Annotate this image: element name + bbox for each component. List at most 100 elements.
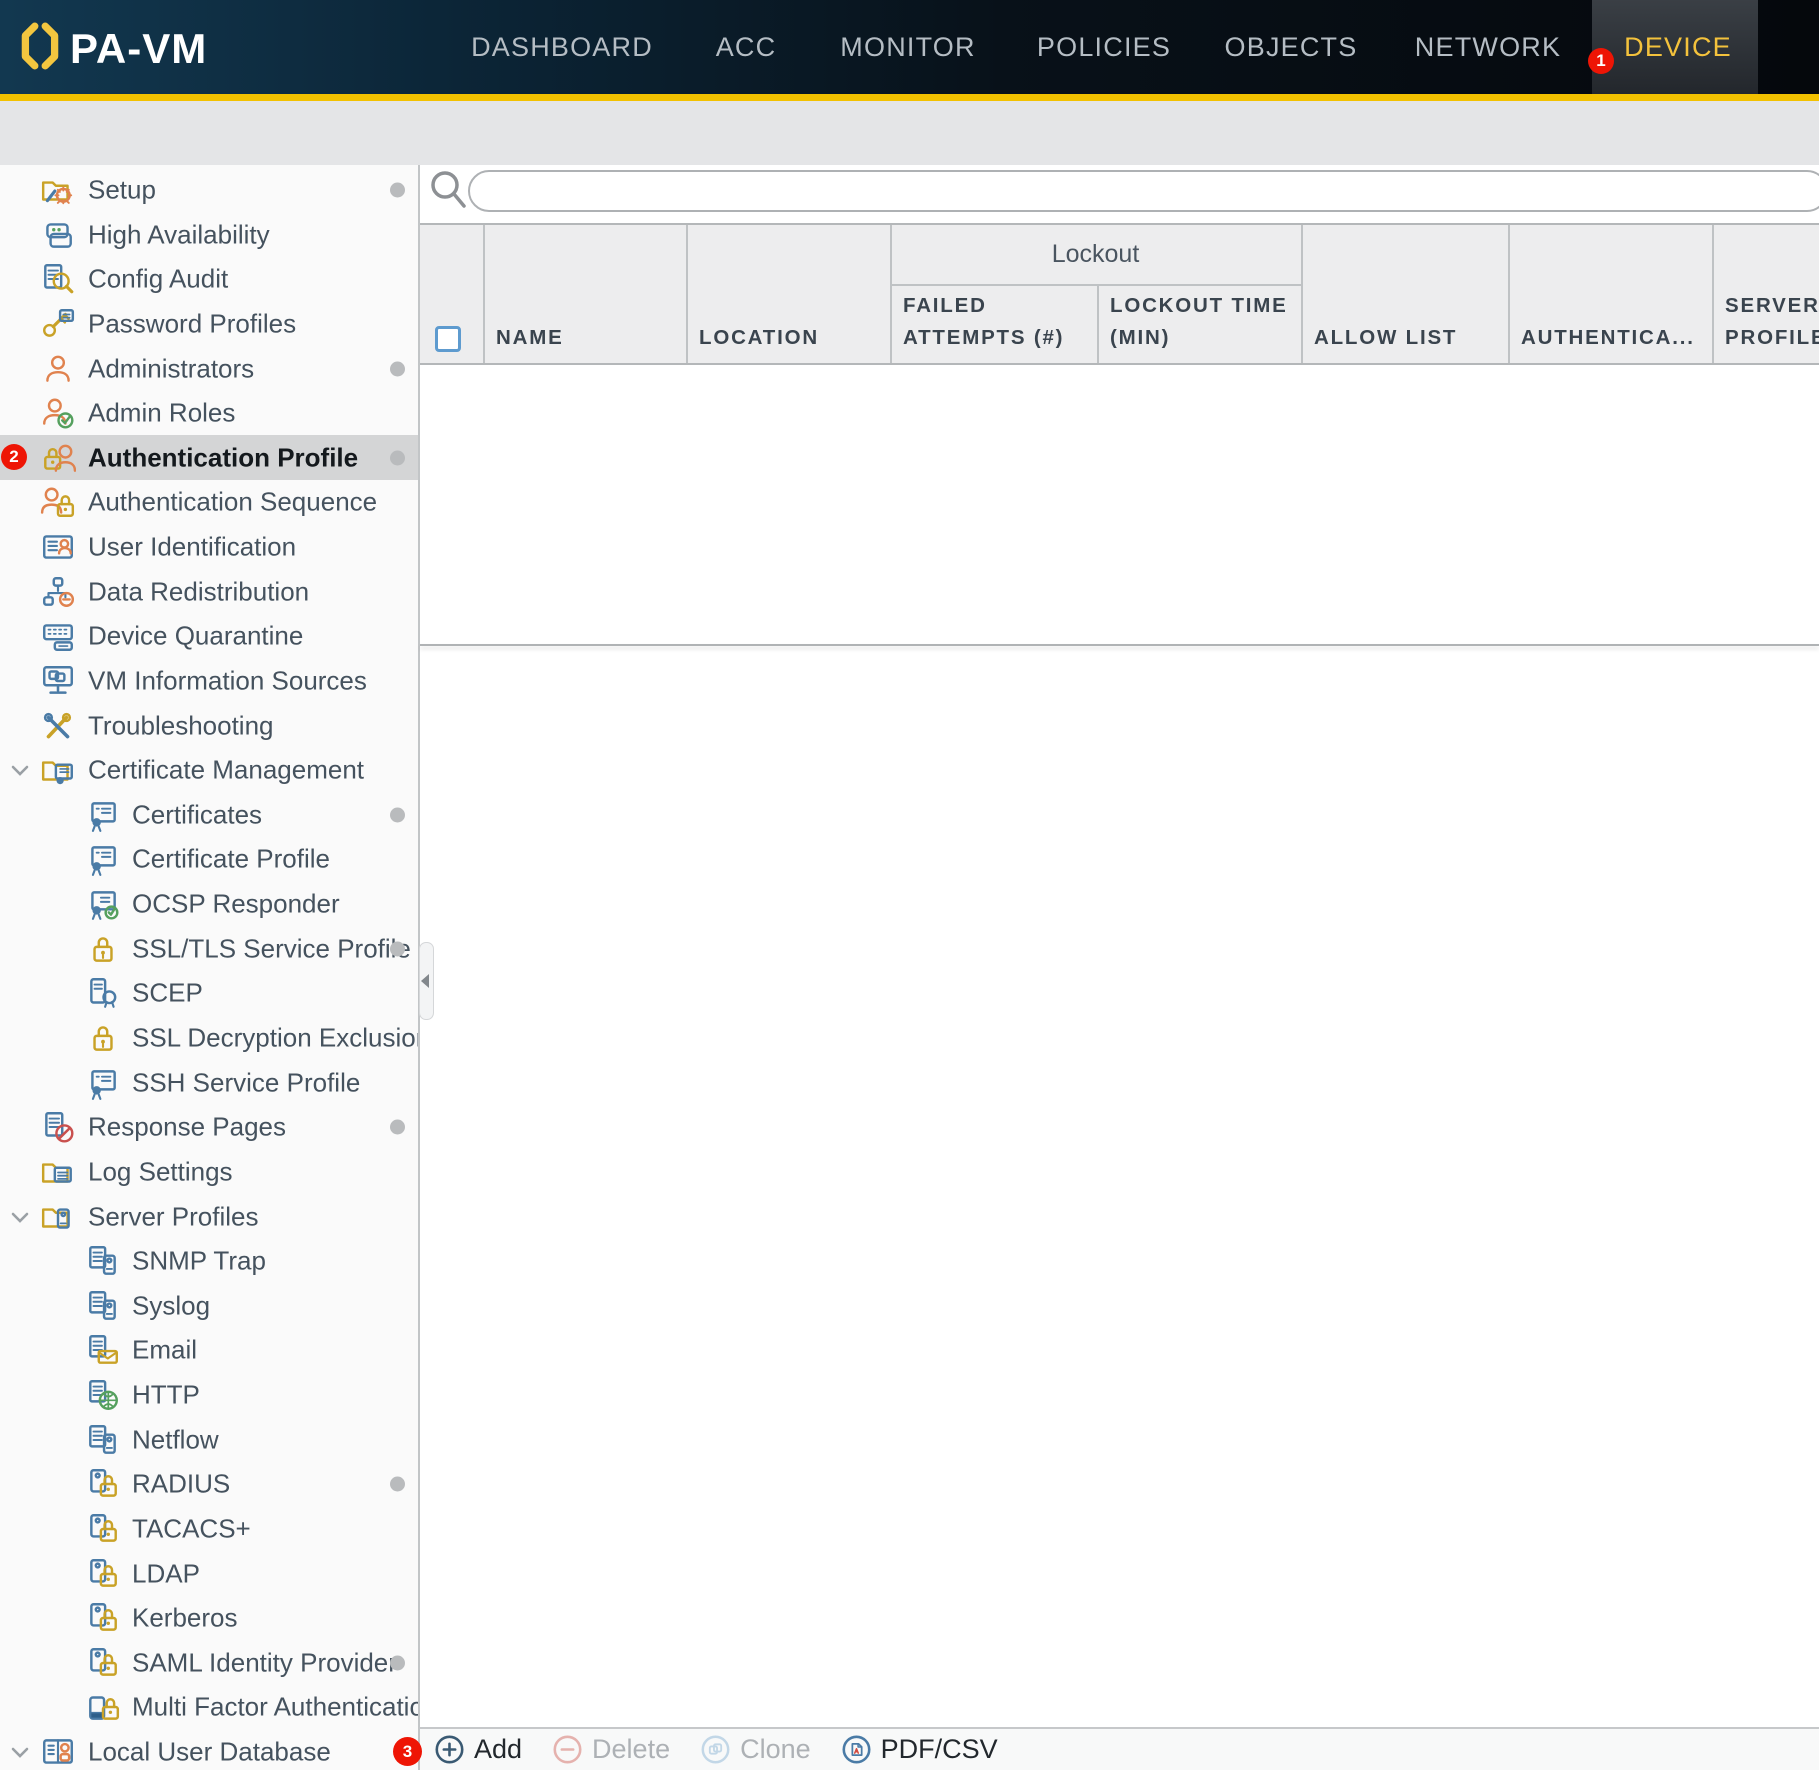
delete-button[interactable]: Delete: [552, 1734, 670, 1765]
sidebar-item-tacacs-[interactable]: TACACS+: [0, 1507, 418, 1552]
device-quarantine-icon: [40, 618, 76, 654]
sidebar-item-password-profiles[interactable]: Password Profiles: [0, 302, 418, 347]
certificate-icon: [85, 841, 121, 877]
server-doc-icon: [85, 1243, 121, 1279]
ocsp-responder-icon: [85, 886, 121, 922]
pdf-csv-button[interactable]: PDF/CSV: [841, 1734, 998, 1765]
sidebar-item-snmp-trap[interactable]: SNMP Trap: [0, 1239, 418, 1284]
nav-tab-device[interactable]: DEVICE: [1624, 0, 1732, 94]
clone-button[interactable]: Clone: [700, 1734, 811, 1765]
accent-bar: [0, 94, 1819, 101]
sidebar-item-label: SSH Service Profile: [132, 1067, 360, 1098]
config-dot-indicator: [390, 807, 405, 822]
sidebar-item-high-availability[interactable]: High Availability: [0, 212, 418, 257]
sidebar-item-kerberos[interactable]: Kerberos: [0, 1596, 418, 1641]
sidebar-item-authentication-sequence[interactable]: Authentication Sequence: [0, 480, 418, 525]
sidebar-item-ocsp-responder[interactable]: OCSP Responder: [0, 882, 418, 927]
sidebar-item-troubleshooting[interactable]: Troubleshooting: [0, 703, 418, 748]
sidebar-collapse-handle[interactable]: [419, 942, 434, 1020]
select-all-checkbox[interactable]: [435, 326, 461, 352]
sidebar-item-netflow[interactable]: Netflow: [0, 1417, 418, 1462]
column-divider: [1712, 225, 1714, 363]
brand: PA-VM: [18, 22, 207, 75]
sidebar-item-server-profiles[interactable]: Server Profiles: [0, 1194, 418, 1239]
column-header-authentica-[interactable]: AUTHENTICA...: [1508, 225, 1712, 363]
sidebar-item-label: Config Audit: [88, 264, 228, 295]
sidebar-item-label: Device Quarantine: [88, 621, 303, 652]
sidebar-item-user-identification[interactable]: User Identification: [0, 525, 418, 570]
sidebar-item-response-pages[interactable]: Response Pages: [0, 1105, 418, 1150]
server-lock-icon: [85, 1466, 121, 1502]
chevron-down-icon[interactable]: [6, 1738, 34, 1766]
sidebar-item-admin-roles[interactable]: Admin Roles: [0, 391, 418, 436]
nav-tab-dashboard[interactable]: DASHBOARD: [471, 0, 653, 94]
ocsp-responder-icon: [85, 886, 121, 922]
column-header-name[interactable]: NAME: [483, 225, 686, 363]
sidebar-item-radius[interactable]: RADIUS: [0, 1462, 418, 1507]
device-quarantine-icon: [40, 618, 76, 654]
authentication-profile-icon: [40, 440, 76, 476]
sidebar-item-scep[interactable]: SCEP: [0, 971, 418, 1016]
certificate-icon: [85, 841, 121, 877]
config-dot-indicator: [390, 1477, 405, 1492]
user-identification-icon: [40, 529, 76, 565]
toolbar-button-label: Add: [474, 1734, 522, 1765]
sidebar-item-ssh-service-profile[interactable]: SSH Service Profile: [0, 1060, 418, 1105]
sidebar-item-label: Setup: [88, 175, 156, 206]
search-input[interactable]: [468, 170, 1819, 212]
nav-tab-policies[interactable]: POLICIES: [1037, 0, 1171, 94]
sidebar-item-certificates[interactable]: Certificates: [0, 793, 418, 838]
chevron-down-icon[interactable]: [6, 1203, 34, 1231]
sidebar-item-email[interactable]: Email: [0, 1328, 418, 1373]
sidebar-item-vm-information-sources[interactable]: VM Information Sources: [0, 659, 418, 704]
sidebar-item-ssl-decryption-exclusion[interactable]: SSL Decryption Exclusion: [0, 1016, 418, 1061]
server-lock-icon: [85, 1645, 121, 1681]
sidebar-item-setup[interactable]: Setup: [0, 168, 418, 213]
certificate-icon: [85, 797, 121, 833]
sidebar-item-saml-identity-provider[interactable]: SAML Identity Provider: [0, 1640, 418, 1685]
sidebar-item-label: SSL/TLS Service Profile: [132, 933, 411, 964]
top-header: PA-VM DASHBOARD ACC MONITOR POLICIES OBJECTS…: [0, 0, 1819, 94]
sidebar-item-data-redistribution[interactable]: Data Redistribution: [0, 569, 418, 614]
sidebar-item-label: Local User Database: [88, 1737, 331, 1768]
data-redistribution-icon: [40, 574, 76, 610]
secondary-bar: [0, 101, 1819, 166]
high-availability-icon: [40, 217, 76, 253]
sidebar-item-device-quarantine[interactable]: Device Quarantine: [0, 614, 418, 659]
sidebar-item-label: SCEP: [132, 978, 203, 1009]
sidebar-item-ssl-tls-service-profile[interactable]: SSL/TLS Service Profile: [0, 926, 418, 971]
sidebar-item-ldap[interactable]: LDAP: [0, 1551, 418, 1596]
sidebar-item-certificate-profile[interactable]: Certificate Profile: [0, 837, 418, 882]
sidebar-item-certificate-management[interactable]: Certificate Management: [0, 748, 418, 793]
column-header-server-profile[interactable]: SERVER PROFILE: [1712, 225, 1819, 363]
sidebar-item-label: TACACS+: [132, 1513, 251, 1544]
sidebar-item-administrators[interactable]: Administrators: [0, 346, 418, 391]
server-lock-icon: [85, 1511, 121, 1547]
column-header-lockout-time-min-[interactable]: LOCKOUT TIME (MIN): [1097, 286, 1301, 363]
sidebar-item-authentication-profile[interactable]: Authentication Profile: [0, 435, 418, 480]
add-button[interactable]: Add: [434, 1734, 522, 1765]
column-header-failed-attempts-[interactable]: FAILED ATTEMPTS (#): [890, 286, 1097, 363]
mfa-icon: [85, 1689, 121, 1725]
search-icon[interactable]: [428, 168, 468, 214]
sidebar-item-label: SNMP Trap: [132, 1246, 266, 1277]
sidebar-item-log-settings[interactable]: Log Settings: [0, 1150, 418, 1195]
nav-tab-network[interactable]: NETWORK: [1415, 0, 1561, 94]
troubleshooting-icon: [40, 708, 76, 744]
sidebar-item-config-audit[interactable]: Config Audit: [0, 257, 418, 302]
mfa-icon: [85, 1689, 121, 1725]
column-header-allow-list[interactable]: ALLOW LIST: [1301, 225, 1508, 363]
nav-tab-acc[interactable]: ACC: [716, 0, 777, 94]
chevron-down-icon[interactable]: [6, 756, 34, 784]
column-header-location[interactable]: LOCATION: [686, 225, 890, 363]
sidebar-item-http[interactable]: HTTP: [0, 1373, 418, 1418]
sidebar-item-label: Authentication Profile: [88, 442, 358, 473]
nav-tab-monitor[interactable]: MONITOR: [840, 0, 975, 94]
sidebar-item-label: Email: [132, 1335, 197, 1366]
sidebar-item-multi-factor-authentication[interactable]: Multi Factor Authentication: [0, 1685, 418, 1730]
server-lock-icon: [85, 1600, 121, 1636]
sidebar-item-syslog[interactable]: Syslog: [0, 1283, 418, 1328]
sidebar-item-local-user-database[interactable]: Local User Database: [0, 1730, 418, 1770]
nav-tab-objects[interactable]: OBJECTS: [1225, 0, 1358, 94]
toolbar-button-label: Clone: [740, 1734, 811, 1765]
